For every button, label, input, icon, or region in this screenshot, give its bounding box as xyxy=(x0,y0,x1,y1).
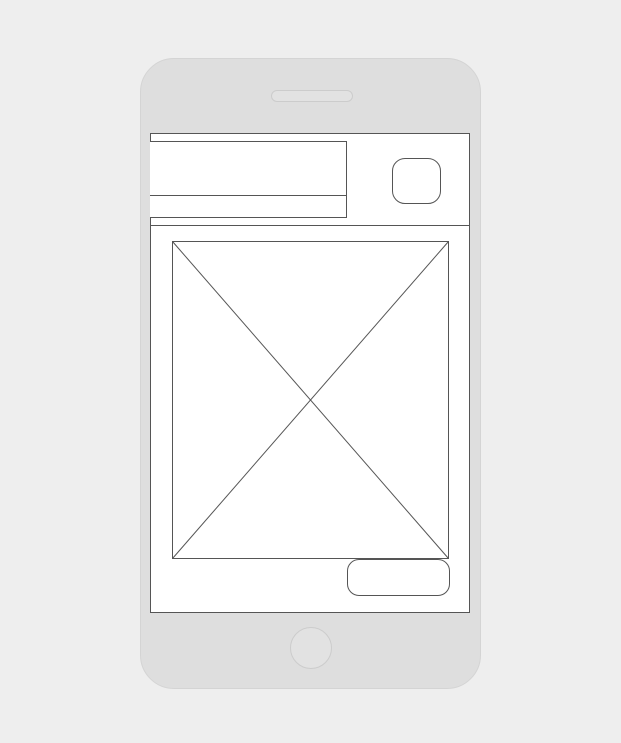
home-button[interactable] xyxy=(290,627,332,669)
speaker-grille xyxy=(271,90,353,102)
avatar-button[interactable] xyxy=(392,158,441,204)
header-text-block xyxy=(150,141,347,218)
header-block-divider xyxy=(150,195,346,196)
image-placeholder-icon xyxy=(172,241,449,559)
image-placeholder xyxy=(172,241,449,559)
action-button[interactable] xyxy=(347,559,450,596)
wireframe-canvas xyxy=(0,0,621,743)
phone-screen xyxy=(150,133,470,613)
header-divider xyxy=(151,225,469,226)
